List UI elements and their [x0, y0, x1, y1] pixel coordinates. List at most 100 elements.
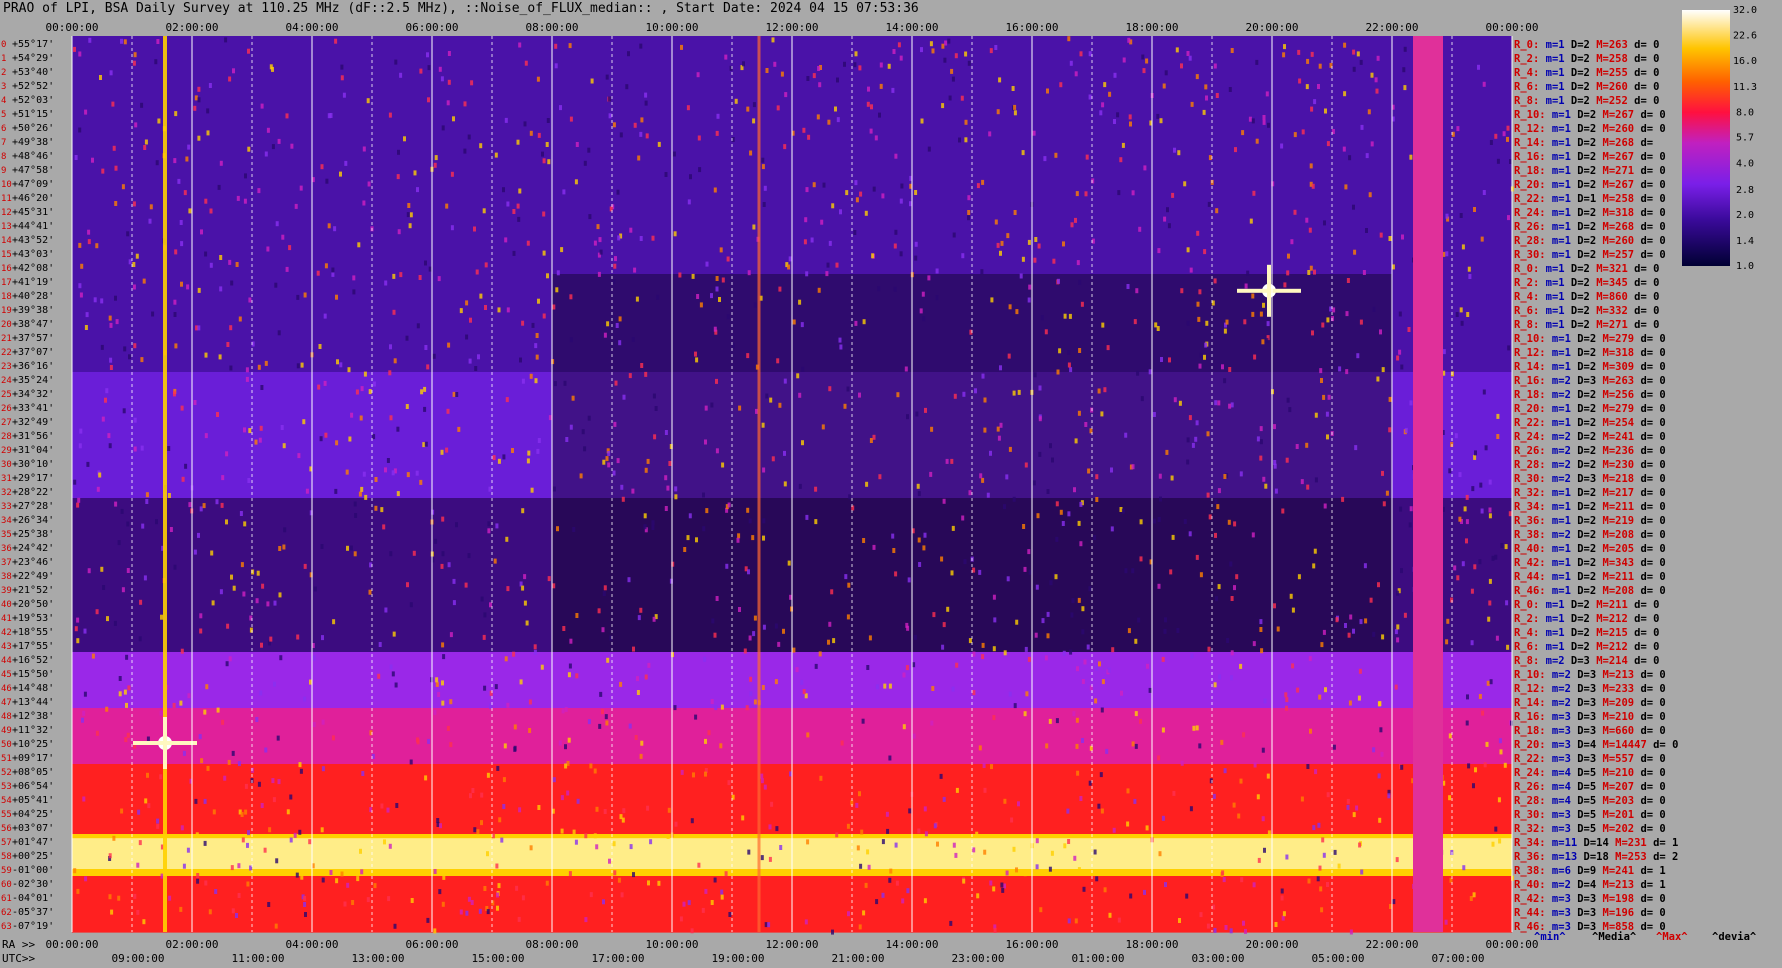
- noise-speck: [720, 704, 724, 710]
- noise-speck: [333, 226, 337, 232]
- noise-speck: [217, 184, 221, 190]
- noise-speck: [1273, 424, 1276, 430]
- noise-speck: [1233, 521, 1237, 527]
- noise-speck: [545, 142, 549, 147]
- noise-speck: [976, 183, 980, 189]
- dec-tick-label: +55°17': [12, 39, 54, 50]
- noise-speck: [992, 715, 996, 721]
- noise-speck: [1498, 838, 1502, 844]
- noise-speck: [1190, 653, 1194, 659]
- noise-speck: [1388, 427, 1392, 433]
- noise-speck: [1203, 249, 1207, 255]
- noise-speck: [589, 892, 593, 898]
- noise-speck: [1214, 499, 1218, 504]
- noise-speck: [1160, 357, 1163, 362]
- noise-speck: [100, 298, 104, 304]
- noise-speck: [1023, 871, 1027, 877]
- noise-speck: [748, 635, 752, 641]
- noise-speck: [1199, 912, 1203, 918]
- noise-speck: [715, 276, 719, 281]
- noise-speck: [160, 614, 163, 620]
- noise-speck: [1400, 764, 1404, 770]
- noise-speck: [1274, 922, 1278, 927]
- noise-speck: [264, 747, 268, 753]
- dec-row-index: 23: [1, 362, 12, 372]
- noise-speck: [340, 75, 344, 81]
- noise-speck: [124, 737, 128, 743]
- noise-speck: [1077, 597, 1081, 603]
- noise-speck: [1261, 747, 1265, 753]
- noise-speck: [697, 862, 701, 868]
- noise-speck: [374, 505, 378, 511]
- noise-speck: [1161, 656, 1165, 662]
- noise-speck: [654, 406, 658, 411]
- ra-tick-label: 22:00:00: [1366, 938, 1419, 951]
- noise-speck: [247, 830, 250, 836]
- noise-speck: [894, 842, 898, 848]
- noise-speck: [835, 262, 839, 268]
- dec-row-index: 44: [1, 656, 12, 666]
- noise-speck: [954, 852, 958, 858]
- noise-speck: [1465, 720, 1469, 726]
- noise-speck: [247, 146, 251, 152]
- dec-tick-label: +03°07': [12, 823, 54, 834]
- noise-speck: [768, 824, 772, 830]
- noise-speck: [1262, 119, 1266, 125]
- noise-speck: [559, 105, 562, 111]
- noise-speck: [536, 448, 540, 454]
- noise-speck: [603, 332, 607, 338]
- noise-speck: [704, 888, 708, 894]
- noise-speck: [1398, 311, 1402, 317]
- noise-speck: [1347, 632, 1351, 638]
- noise-speck: [312, 722, 316, 727]
- noise-speck: [441, 125, 445, 131]
- noise-speck: [442, 654, 446, 660]
- noise-speck: [1282, 52, 1286, 58]
- noise-speck: [1257, 857, 1261, 863]
- noise-speck: [859, 191, 863, 197]
- noise-speck: [644, 371, 648, 377]
- noise-speck: [200, 758, 204, 764]
- noise-speck: [1173, 397, 1177, 403]
- noise-speck: [1322, 394, 1326, 400]
- noise-speck: [1119, 157, 1123, 163]
- noise-speck: [259, 425, 263, 431]
- noise-speck: [1235, 574, 1239, 580]
- noise-speck: [128, 259, 132, 265]
- noise-speck: [1010, 817, 1014, 823]
- noise-speck: [221, 719, 225, 725]
- noise-speck: [183, 190, 187, 196]
- dec-tick-label: +44°41': [12, 221, 54, 232]
- noise-speck: [763, 784, 767, 790]
- noise-speck: [273, 600, 277, 606]
- noise-speck: [865, 481, 869, 487]
- noise-speck: [321, 635, 324, 641]
- row-stat: R_26: m=1 D=2 M=268 d= 0: [1514, 221, 1666, 233]
- noise-speck: [920, 47, 923, 53]
- noise-speck: [588, 214, 592, 220]
- noise-speck: [1285, 705, 1288, 711]
- noise-speck: [1161, 815, 1165, 821]
- noise-speck: [947, 38, 951, 44]
- noise-speck: [221, 475, 225, 481]
- noise-speck: [721, 277, 725, 283]
- noise-speck: [576, 798, 580, 804]
- noise-speck: [1207, 646, 1211, 652]
- noise-speck: [388, 370, 392, 376]
- noise-speck: [834, 106, 837, 112]
- noise-speck: [1288, 407, 1292, 413]
- noise-speck: [434, 538, 438, 544]
- noise-speck: [1323, 220, 1326, 226]
- noise-speck: [961, 253, 965, 259]
- noise-speck: [878, 474, 882, 480]
- noise-speck: [136, 862, 140, 868]
- noise-speck: [355, 389, 359, 395]
- noise-speck: [951, 525, 955, 531]
- noise-speck: [1407, 327, 1411, 332]
- noise-speck: [724, 871, 728, 877]
- noise-speck: [554, 43, 558, 49]
- noise-speck: [174, 111, 178, 117]
- noise-speck: [1157, 248, 1161, 254]
- noise-speck: [146, 772, 149, 778]
- noise-speck: [906, 414, 909, 420]
